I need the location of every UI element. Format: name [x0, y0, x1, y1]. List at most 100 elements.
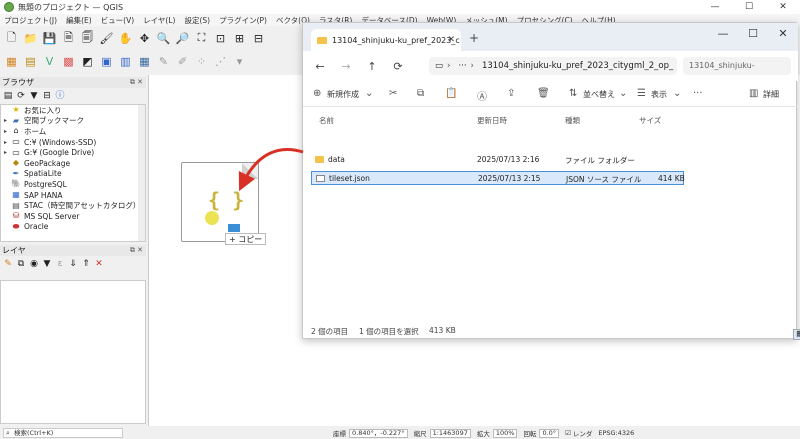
zoom-last-icon[interactable]: ⊟ — [251, 31, 266, 46]
tree-item-spatialite[interactable]: ✒ SpatiaLite — [1, 169, 145, 180]
properties-icon[interactable]: ⓘ — [55, 91, 65, 101]
manage-map-themes-icon[interactable]: ◉ — [29, 259, 39, 269]
add-mesh-icon[interactable]: ◩ — [80, 54, 95, 69]
save-project-icon[interactable]: 💾 — [42, 31, 57, 46]
copy-icon[interactable]: ⧉ — [417, 88, 424, 99]
rename-icon[interactable]: Ⓐ — [477, 88, 487, 103]
filter-icon[interactable]: ▼ — [29, 91, 39, 101]
filter-expression-icon[interactable]: ε — [55, 259, 65, 269]
layout-manager-icon[interactable]: 🗐 — [80, 31, 95, 46]
filter-legend-icon[interactable]: ▼ — [42, 259, 52, 269]
more-icon[interactable]: ··· — [458, 61, 466, 71]
edit-pencil-icon[interactable]: ✐ — [175, 54, 190, 69]
layers-list[interactable] — [0, 280, 146, 424]
menu-settings[interactable]: 設定(S) — [184, 15, 210, 26]
tree-item-mssql[interactable]: ⛁ MS SQL Server — [1, 211, 145, 222]
column-size[interactable]: サイズ — [639, 115, 661, 126]
open-project-icon[interactable]: 📁 — [23, 31, 38, 46]
up-icon[interactable]: ↑ — [363, 60, 381, 73]
tiles-view-icon[interactable]: ▦ — [793, 329, 800, 340]
chevron-down-icon[interactable]: ⌄ — [365, 88, 373, 99]
collapse-all-icon[interactable]: ⇑ — [81, 259, 91, 269]
new-geopackage-icon[interactable]: ▤ — [23, 54, 38, 69]
details-button[interactable]: 詳細 — [763, 89, 779, 100]
column-modified[interactable]: 更新日時 — [477, 115, 507, 126]
collapse-all-icon[interactable]: ⊟ — [42, 91, 52, 101]
tab-close-icon[interactable]: ✕ — [447, 35, 455, 45]
forward-icon[interactable]: → — [337, 60, 355, 73]
zoom-in-icon[interactable]: 🔍 — [156, 31, 171, 46]
coordinate-field[interactable]: 0.840°，-0.227° — [349, 428, 408, 438]
share-icon[interactable]: ⇪ — [507, 88, 515, 99]
add-selected-icon[interactable]: ▤ — [3, 91, 13, 101]
locator-search-input[interactable]: 検索(Ctrl+K) — [3, 428, 123, 438]
expand-all-icon[interactable]: ⇓ — [68, 259, 78, 269]
new-tab-icon[interactable]: + — [469, 31, 479, 45]
cut-icon[interactable]: ✂ — [389, 88, 397, 99]
render-checkbox[interactable]: ☑ — [565, 429, 571, 437]
zoom-full-icon[interactable]: ⛶ — [194, 31, 209, 46]
file-row-selected[interactable]: tileset.json 2025/07/13 2:15 JSON ソース ファ… — [311, 171, 685, 185]
digitize-icon[interactable]: ✎ — [156, 54, 171, 69]
zoom-layer-icon[interactable]: ⊞ — [232, 31, 247, 46]
file-row[interactable]: data 2025/07/13 2:16 ファイル フォルダー — [311, 153, 684, 167]
menu-view[interactable]: ビュー(V) — [101, 15, 134, 26]
view-button[interactable]: 表示 — [651, 89, 667, 100]
back-icon[interactable]: ← — [311, 60, 329, 73]
column-type[interactable]: 種類 — [565, 115, 580, 126]
add-vector-icon[interactable]: V — [42, 54, 57, 69]
browser-scrollbar[interactable] — [138, 105, 145, 241]
add-group-icon[interactable]: ⧉ — [16, 259, 26, 269]
rotation-field[interactable]: 0.0° — [539, 428, 560, 438]
pan-to-selection-icon[interactable]: ✥ — [137, 31, 152, 46]
data-source-manager-icon[interactable]: ▦ — [4, 54, 19, 69]
tree-item-stac[interactable]: ▤ STAC（時空間アセットカタログ） — [1, 200, 145, 211]
add-point-icon[interactable]: ⁘ — [194, 54, 209, 69]
print-layout-icon[interactable]: 🗎 — [61, 31, 76, 46]
magnifier-field[interactable]: 100% — [492, 428, 518, 438]
tree-item-g-drive[interactable]: ▸ ▭ G:¥ (Google Drive) — [1, 147, 145, 158]
tree-item-geopackage[interactable]: ◆ GeoPackage — [1, 158, 145, 169]
menu-layer[interactable]: レイヤ(L) — [143, 15, 175, 26]
tree-item-oracle[interactable]: ⬬ Oracle — [1, 222, 145, 233]
paste-icon[interactable]: 📋 — [445, 88, 457, 99]
chevron-down-icon[interactable]: ⌄ — [673, 88, 681, 99]
maximize-icon[interactable]: ☐ — [738, 25, 768, 43]
style-manager-icon[interactable]: 🖌 — [99, 31, 114, 46]
minimize-icon[interactable]: — — [698, 0, 732, 14]
chevron-down-icon[interactable]: ⌄ — [619, 88, 627, 99]
add-vector-tile-icon[interactable]: ▦ — [137, 54, 152, 69]
panel-float-close-icon[interactable]: ⧉ ✕ — [130, 245, 143, 256]
vertex-tool-icon[interactable]: ⋰ — [213, 54, 228, 69]
add-raster-icon[interactable]: ▩ — [61, 54, 76, 69]
remove-layer-icon[interactable]: ✕ — [94, 259, 104, 269]
new-project-icon[interactable]: 🗋 — [4, 31, 19, 46]
menu-plugins[interactable]: プラグイン(P) — [219, 15, 267, 26]
zoom-out-icon[interactable]: 🔎 — [175, 31, 190, 46]
layer-styling-icon[interactable]: ✎ — [3, 259, 13, 269]
add-wfs-icon[interactable]: ▥ — [118, 54, 133, 69]
explorer-tab[interactable]: 13104_shinjuku-ku_pref_2023_c ✕ — [311, 29, 461, 51]
tree-item-spatial-bookmarks[interactable]: ▸ ▰ 空間ブックマーク — [1, 116, 145, 127]
close-icon[interactable]: ✕ — [768, 25, 798, 43]
tree-item-favorites[interactable]: ★ お気に入り — [1, 105, 145, 116]
tree-item-c-drive[interactable]: ▸ ▭ C:¥ (Windows-SSD) — [1, 137, 145, 148]
delete-icon[interactable]: 🗑 — [537, 88, 550, 99]
sort-button[interactable]: 並べ替え — [583, 89, 615, 100]
tree-item-postgresql[interactable]: 🐘 PostgreSQL — [1, 179, 145, 190]
refresh-icon[interactable]: ⟳ — [389, 60, 407, 73]
close-icon[interactable]: ✕ — [766, 0, 800, 14]
scale-field[interactable]: 1:1463097 — [429, 428, 471, 438]
menu-edit[interactable]: 編集(E) — [66, 15, 92, 26]
minimize-icon[interactable]: — — [708, 25, 738, 43]
address-bar[interactable]: ▭ › ··· › 13104_shinjuku-ku_pref_2023_ci… — [429, 57, 677, 75]
new-button[interactable]: 新規作成 — [327, 89, 359, 100]
more-icon[interactable]: ··· — [693, 88, 703, 99]
add-wms-icon[interactable]: ▣ — [99, 54, 114, 69]
tree-item-home[interactable]: ▸ ⌂ ホーム — [1, 126, 145, 137]
explorer-search-input[interactable]: 13104_shinjuku- — [683, 57, 791, 75]
menu-project[interactable]: プロジェクト(J) — [4, 15, 57, 26]
column-name[interactable]: 名前 — [319, 115, 334, 126]
refresh-icon[interactable]: ⟳ — [16, 91, 26, 101]
tree-item-sap-hana[interactable]: ▦ SAP HANA — [1, 190, 145, 201]
